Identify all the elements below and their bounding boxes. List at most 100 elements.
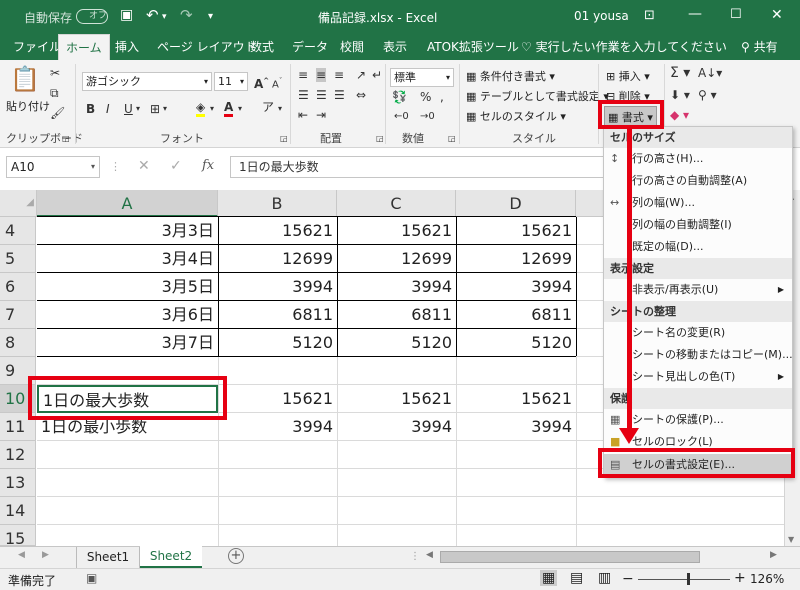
tab-atok[interactable]: ATOK拡張ツール: [420, 34, 526, 60]
tab-view[interactable]: 表示: [376, 34, 414, 60]
cell-d10[interactable]: 15621: [456, 385, 576, 413]
menu-item-autofit-row[interactable]: 行の高さの自動調整(A): [604, 170, 792, 192]
confirm-entry-icon[interactable]: ✓: [170, 158, 182, 174]
save-icon[interactable]: ▣: [120, 7, 133, 23]
autosave-toggle[interactable]: オフ: [76, 9, 108, 24]
cut-icon[interactable]: ✂: [50, 66, 60, 80]
align-left-icon[interactable]: ☰: [298, 88, 309, 102]
row-header[interactable]: 4: [0, 217, 36, 245]
format-painter-icon[interactable]: 🖌: [50, 106, 65, 120]
find-select-icon[interactable]: ⚲ ▾: [698, 88, 717, 102]
chevron-down-icon[interactable]: ▾: [136, 102, 140, 116]
ribbon-display-icon[interactable]: ⊡: [644, 8, 655, 23]
merge-center-icon[interactable]: ⇔: [356, 88, 366, 102]
share-button[interactable]: ⚲ 共有: [734, 34, 785, 60]
delete-cells-button[interactable]: ⊟ 削除 ▾: [606, 88, 650, 104]
font-color-button[interactable]: A: [224, 100, 234, 117]
row-header[interactable]: 13: [0, 469, 36, 497]
number-launcher-icon[interactable]: ◲: [448, 132, 456, 146]
cell-a8[interactable]: 3月7日: [37, 329, 218, 357]
align-center-icon[interactable]: ☰: [316, 88, 327, 102]
format-cells-button[interactable]: ▦ 書式 ▾: [604, 106, 657, 128]
row-header[interactable]: 11: [0, 413, 36, 441]
cell-b11[interactable]: 3994: [218, 413, 337, 441]
scroll-right-icon[interactable]: ▶: [770, 550, 777, 560]
tab-review[interactable]: 校閲: [333, 34, 371, 60]
autosum-icon[interactable]: Σ ▾: [670, 66, 690, 80]
italic-button[interactable]: I: [106, 102, 110, 116]
orientation-icon[interactable]: ↗: [356, 68, 366, 82]
row-header[interactable]: 5: [0, 245, 36, 273]
cell-b5[interactable]: 12699: [218, 245, 337, 273]
cell-b10[interactable]: 15621: [218, 385, 337, 413]
cell-d5[interactable]: 12699: [456, 245, 576, 273]
row-header[interactable]: 12: [0, 441, 36, 469]
menu-item-default-width[interactable]: 既定の幅(D)...: [604, 236, 792, 258]
page-break-view-icon[interactable]: ▥: [598, 570, 611, 586]
number-format-select[interactable]: 標準 ▾: [390, 68, 454, 87]
cell-d8[interactable]: 5120: [456, 329, 576, 357]
chevron-down-icon[interactable]: ▾: [238, 102, 242, 116]
column-header-a[interactable]: A: [37, 190, 218, 217]
cell-a6[interactable]: 3月5日: [37, 273, 218, 301]
normal-view-icon[interactable]: ▦: [540, 570, 558, 586]
cell-c4[interactable]: 15621: [337, 217, 456, 245]
close-icon[interactable]: ✕: [771, 7, 783, 23]
row-header[interactable]: 6: [0, 273, 36, 301]
cell-b8[interactable]: 5120: [218, 329, 337, 357]
row-header[interactable]: 7: [0, 301, 36, 329]
undo-icon[interactable]: ↶: [146, 6, 159, 24]
clear-icon[interactable]: ◆ ▾: [670, 108, 689, 122]
menu-item-row-height[interactable]: ↕ 行の高さ(H)...: [604, 148, 792, 170]
row-header[interactable]: 14: [0, 497, 36, 525]
paste-button[interactable]: 貼り付け: [6, 98, 50, 114]
chevron-down-icon[interactable]: ▾: [210, 102, 214, 116]
name-box[interactable]: A10 ▾: [6, 156, 100, 178]
cell-a10[interactable]: 1日の最大歩数: [37, 385, 218, 413]
menu-item-move-copy-sheet[interactable]: シートの移動またはコピー(M)...: [604, 344, 793, 366]
cell-c7[interactable]: 6811: [337, 301, 456, 329]
accounting-format-icon[interactable]: 💱: [392, 90, 407, 104]
tab-formulas[interactable]: 数式: [243, 34, 281, 60]
sheet-tab-sheet1[interactable]: Sheet1: [76, 547, 140, 568]
menu-item-autofit-column[interactable]: 列の幅の自動調整(I): [604, 214, 792, 236]
row-header[interactable]: 10: [0, 385, 36, 413]
tab-data[interactable]: データ: [285, 34, 335, 60]
row-header[interactable]: 15: [0, 525, 36, 548]
increase-font-size-button[interactable]: A^: [254, 74, 269, 91]
zoom-level[interactable]: 126%: [750, 572, 784, 586]
menu-item-format-cells[interactable]: ▤ セルの書式設定(E)...: [604, 454, 792, 476]
cell-c5[interactable]: 12699: [337, 245, 456, 273]
cell-d11[interactable]: 3994: [456, 413, 576, 441]
middle-align-icon[interactable]: ≡: [316, 68, 327, 82]
cell-b7[interactable]: 6811: [218, 301, 337, 329]
fill-color-button[interactable]: ◈: [196, 100, 206, 117]
increase-decimal-icon[interactable]: ←0: [394, 110, 409, 124]
row-header[interactable]: 9: [0, 357, 36, 385]
page-layout-view-icon[interactable]: ▤: [570, 570, 583, 586]
row-header[interactable]: 8: [0, 329, 36, 357]
cell-d6[interactable]: 3994: [456, 273, 576, 301]
zoom-out-icon[interactable]: −: [622, 571, 634, 587]
prev-sheet-icon[interactable]: ◀: [18, 550, 25, 560]
tab-split-grip-icon[interactable]: ⋮: [410, 551, 420, 562]
cancel-entry-icon[interactable]: ✕: [138, 158, 150, 174]
font-name-select[interactable]: 游ゴシック ▾: [82, 72, 212, 91]
borders-icon[interactable]: ⊞: [150, 102, 160, 116]
percent-button[interactable]: %: [420, 90, 431, 104]
align-right-icon[interactable]: ☰: [334, 88, 345, 102]
column-header-d[interactable]: D: [456, 190, 576, 217]
conditional-formatting-button[interactable]: ▦ 条件付き書式 ▾: [466, 68, 555, 84]
maximize-icon[interactable]: ☐: [730, 7, 742, 22]
column-header-c[interactable]: C: [337, 190, 456, 217]
paste-icon[interactable]: 📋: [10, 66, 40, 92]
customize-qat-icon[interactable]: ▾: [208, 11, 213, 22]
decrease-indent-icon[interactable]: ⇤: [298, 108, 308, 122]
column-header-b[interactable]: B: [218, 190, 337, 217]
cell-d4[interactable]: 15621: [456, 217, 576, 245]
font-launcher-icon[interactable]: ◲: [280, 132, 288, 146]
select-all-corner[interactable]: ◢: [0, 190, 37, 217]
menu-item-hide-unhide[interactable]: 非表示/再表示(U) ▶: [604, 279, 792, 301]
macro-record-icon[interactable]: ▣: [86, 571, 97, 585]
chevron-down-icon[interactable]: ▾: [163, 102, 167, 116]
